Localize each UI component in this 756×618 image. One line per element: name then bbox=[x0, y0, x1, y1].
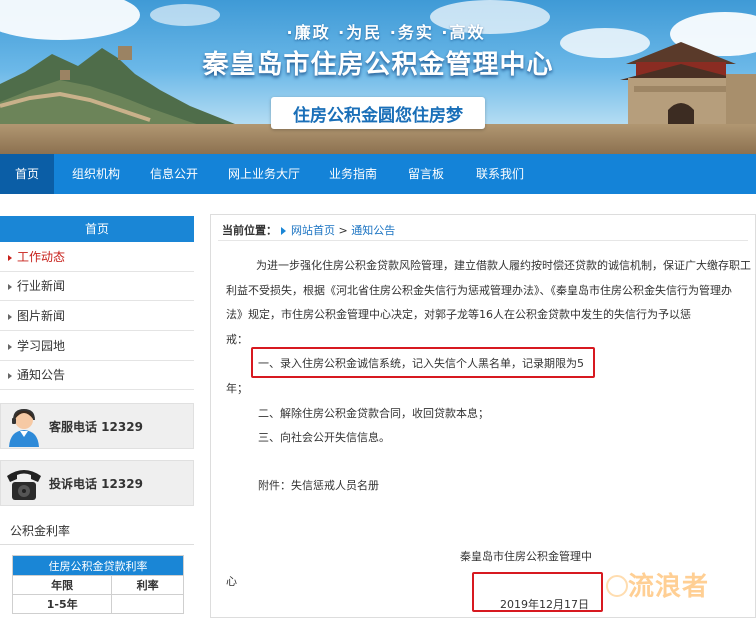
complaint-hotline[interactable]: 投诉电话 12329 bbox=[0, 460, 194, 506]
rate-cell-value bbox=[111, 594, 184, 614]
arrow-right-icon bbox=[8, 343, 12, 350]
divider bbox=[218, 240, 748, 241]
nav-item-contact[interactable]: 联系我们 bbox=[466, 154, 534, 194]
gate-tower-illustration bbox=[620, 42, 756, 134]
sidebar-item-label: 通知公告 bbox=[17, 368, 66, 382]
publish-date: 2019年12月17日 bbox=[500, 598, 589, 611]
sidebar-item-label: 图片新闻 bbox=[17, 309, 66, 323]
breadcrumb: 当前位置： 网站首页 > 通知公告 bbox=[222, 222, 395, 238]
site-title: 秦皇岛市住房公积金管理中心 bbox=[202, 50, 554, 80]
motto-text: 住房公积金圆您住房梦 bbox=[293, 105, 463, 126]
article-line-4: 戒： bbox=[226, 333, 248, 346]
measure-3: 三、向社会公开失信信息。 bbox=[258, 431, 390, 444]
sidebar-item-industry-news[interactable]: 行业新闻 bbox=[0, 272, 194, 301]
article-line-2: 利益不受损失，根据《河北省住房公积金失信行为惩戒管理办法》、《秦皇岛市住房公积金… bbox=[226, 284, 732, 297]
signature-line-2: 心 bbox=[226, 575, 237, 588]
rate-section-title: 公积金利率 bbox=[0, 517, 194, 545]
customer-service-hotline[interactable]: 客服电话 12329 bbox=[0, 403, 194, 449]
article-line-3: 法》规定，市住房公积金管理中心决定，对郭子龙等16人在公积金贷款中发生的失信行为… bbox=[226, 308, 691, 321]
breadcrumb-separator: > bbox=[338, 224, 348, 237]
customer-service-label: 客服电话 12329 bbox=[49, 420, 143, 434]
watermark-logo-icon bbox=[606, 575, 628, 597]
sidebar-item-learning[interactable]: 学习园地 bbox=[0, 332, 194, 361]
sidebar-item-notices[interactable]: 通知公告 bbox=[0, 361, 194, 390]
nav-item-guide[interactable]: 业务指南 bbox=[318, 154, 388, 194]
rate-cell-term: 1-5年 bbox=[11, 594, 113, 614]
header-banner: ·廉政 ·为民 ·务实 ·高效 秦皇岛市住房公积金管理中心 住房公积金圆您住房梦 bbox=[0, 0, 756, 154]
breadcrumb-current-link[interactable]: 通知公告 bbox=[351, 224, 395, 237]
rate-table-caption: 住房公积金贷款利率 bbox=[12, 555, 184, 576]
nav-item-organization[interactable]: 组织机构 bbox=[62, 154, 130, 194]
arrow-right-icon bbox=[8, 254, 12, 261]
complaint-label: 投诉电话 12329 bbox=[49, 477, 143, 491]
header-slogan: ·廉政 ·为民 ·务实 ·高效 bbox=[286, 23, 486, 42]
arrow-right-icon bbox=[8, 283, 12, 290]
sidebar-item-label: 行业新闻 bbox=[17, 279, 66, 293]
signature-line-1: 秦皇岛市住房公积金管理中 bbox=[460, 550, 592, 563]
breadcrumb-home-link[interactable]: 网站首页 bbox=[291, 224, 335, 237]
rate-column-term: 年限 bbox=[11, 575, 113, 595]
sidebar-item-work-news[interactable]: 工作动态 bbox=[0, 243, 194, 272]
article-line-1: 为进一步强化住房公积金贷款风险管理，建立借款人履约按时偿还贷款的诚信机制，保证广… bbox=[256, 259, 751, 272]
customer-service-icon bbox=[9, 408, 39, 447]
nav-item-message-board[interactable]: 留言板 bbox=[398, 154, 454, 194]
nav-item-home[interactable]: 首页 bbox=[0, 154, 54, 194]
sidebar-item-label: 学习园地 bbox=[17, 339, 66, 353]
arrow-right-icon bbox=[8, 372, 12, 379]
breadcrumb-prefix: 当前位置： bbox=[222, 224, 277, 237]
measure-2: 二、解除住房公积金贷款合同，收回贷款本息； bbox=[258, 407, 489, 420]
main-nav: 首页 组织机构 信息公开 网上业务大厅 业务指南 留言板 联系我们 bbox=[0, 154, 756, 194]
arrow-right-icon bbox=[8, 313, 12, 320]
nav-item-online-hall[interactable]: 网上业务大厅 bbox=[222, 154, 306, 194]
sidebar-item-label: 工作动态 bbox=[17, 250, 66, 264]
rate-column-rate: 利率 bbox=[111, 575, 184, 595]
measure-1-continued: 年； bbox=[226, 382, 248, 395]
sidebar-title: 首页 bbox=[0, 216, 194, 242]
sidebar-item-photo-news[interactable]: 图片新闻 bbox=[0, 302, 194, 331]
nav-item-info-disclosure[interactable]: 信息公开 bbox=[140, 154, 208, 194]
table-row: 1-5年 bbox=[11, 594, 184, 614]
arrow-right-icon bbox=[280, 227, 286, 235]
watermark: 流浪者 bbox=[628, 572, 710, 602]
attachment-link[interactable]: 附件：失信惩戒人员名册 bbox=[258, 477, 379, 493]
cloud-decoration bbox=[150, 4, 220, 26]
measure-1: 一、录入住房公积金诚信系统，记入失信个人黑名单，记录期限为5 bbox=[258, 357, 584, 370]
loan-rate-table: 住房公积金贷款利率 年限 利率 1-5年 bbox=[11, 555, 184, 614]
telephone-icon bbox=[7, 470, 41, 500]
header-motto: 住房公积金圆您住房梦 bbox=[271, 97, 485, 129]
